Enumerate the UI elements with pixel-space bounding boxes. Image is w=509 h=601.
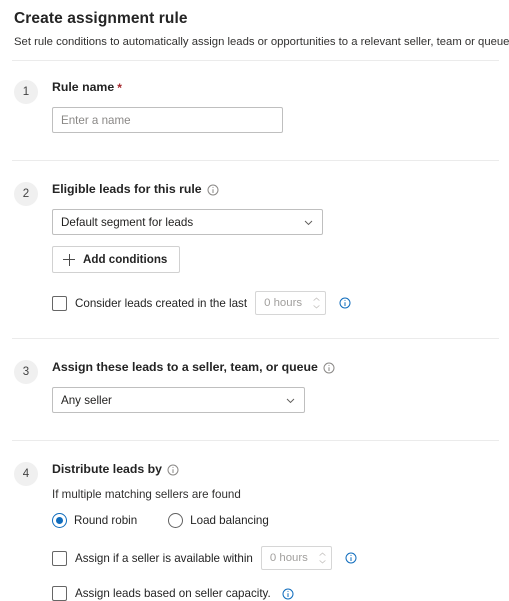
chevron-down-icon [285,395,296,406]
availability-row: Assign if a seller is available within 0… [52,546,495,570]
section-title-text: Eligible leads for this rule [52,182,202,196]
section-title-text: Distribute leads by [52,462,163,476]
step-badge-4: 4 [14,462,38,486]
chevron-down-icon [319,560,326,564]
chevron-down-icon [303,217,314,228]
capacity-info-icon[interactable] [282,588,294,600]
chevron-down-icon [313,305,320,309]
spinner-arrows[interactable] [318,552,327,564]
section-eligible-leads: 2 Eligible leads for this rule Default s… [0,161,509,315]
section-rule-name: 1 Rule name * Enter a name [0,61,509,133]
step-badge-1: 1 [14,80,38,104]
spinner-arrows[interactable] [312,297,321,309]
availability-hours-value: 0 hours [269,552,308,564]
consider-leads-label: Consider leads created in the last [75,296,248,310]
availability-info-icon[interactable] [345,552,357,564]
distribute-radio-group: Round robin Load balancing [52,513,495,528]
page-title: Create assignment rule [14,10,188,27]
plus-icon [63,253,75,266]
required-asterisk: * [117,80,122,95]
consider-leads-row: Consider leads created in the last 0 hou… [52,291,495,315]
segment-dropdown[interactable]: Default segment for leads [52,209,323,235]
radio-round-robin[interactable]: Round robin [52,513,137,528]
page-subtitle: Set rule conditions to automatically ass… [14,35,509,50]
section-title-text: Rule name [52,80,115,94]
segment-dropdown-value: Default segment for leads [61,215,194,229]
availability-hours-spinner[interactable]: 0 hours [260,546,332,570]
page-subtitle-text: Set rule conditions to automatically ass… [14,36,509,48]
chevron-up-icon [319,552,326,556]
capacity-row: Assign leads based on seller capacity. [52,586,495,601]
info-circle-icon [323,362,335,374]
distribute-hint: If multiple matching sellers are found [52,488,241,501]
section-title-rule-name: Rule name * [52,79,495,96]
chevron-up-icon [313,297,320,301]
radio-round-robin-label: Round robin [74,514,138,527]
step-badge-3: 3 [14,360,38,384]
capacity-label: Assign leads based on seller capacity. [75,587,271,600]
create-assignment-rule-page: Create assignment rule Set rule conditio… [0,0,509,601]
assignee-dropdown[interactable]: Any seller [52,387,305,413]
radio-round-robin-control[interactable] [52,513,67,528]
consider-leads-checkbox[interactable] [52,295,67,311]
section-title-eligible-leads: Eligible leads for this rule [52,181,495,198]
section-title-assign-to: Assign these leads to a seller, team, or… [52,359,495,376]
rule-name-placeholder: Enter a name [61,113,131,127]
section-distribute-leads: 4 Distribute leads by If multiple matchi… [0,441,509,601]
consider-leads-hours-spinner[interactable]: 0 hours [255,291,327,315]
availability-label: Assign if a seller is available within [75,551,253,565]
consider-leads-info-icon[interactable] [339,297,351,309]
capacity-checkbox[interactable] [52,586,67,601]
info-circle-icon [167,464,179,476]
info-circle-icon [207,184,219,196]
add-conditions-button[interactable]: Add conditions [52,246,181,273]
radio-load-balancing-control[interactable] [168,513,184,528]
rule-name-input[interactable]: Enter a name [52,107,283,133]
availability-checkbox[interactable] [52,550,67,566]
step-badge-2: 2 [14,182,38,206]
section-title-text: Assign these leads to a seller, team, or… [52,360,318,374]
radio-load-balancing-label: Load balancing [190,514,269,527]
section-assign-to: 3 Assign these leads to a seller, team, … [0,339,509,413]
add-conditions-label: Add conditions [83,253,168,266]
page-header: Create assignment rule Set rule conditio… [0,0,509,50]
assignee-dropdown-value: Any seller [61,393,112,407]
radio-load-balancing[interactable]: Load balancing [168,513,269,528]
section-title-distribute-leads: Distribute leads by [52,461,495,478]
consider-leads-hours-value: 0 hours [264,297,303,309]
